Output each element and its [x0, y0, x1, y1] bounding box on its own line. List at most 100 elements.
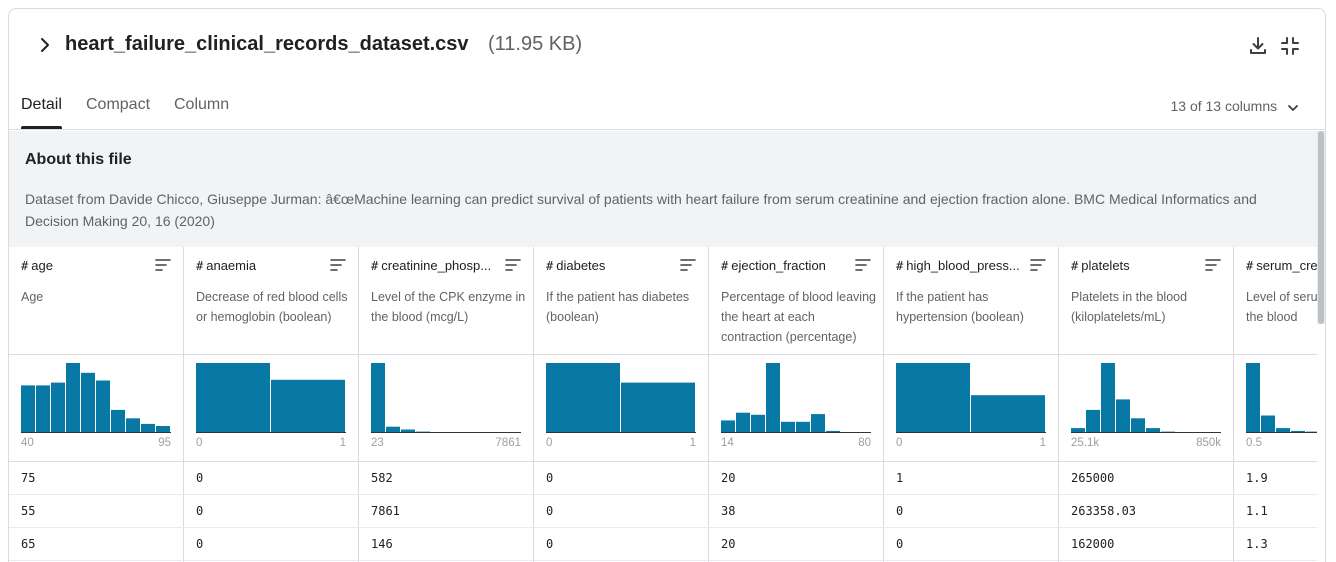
histogram-bar[interactable]: [1261, 415, 1275, 434]
table-cell[interactable]: 0: [546, 504, 553, 518]
column-header[interactable]: #serum_cre Level of serum creatinine in t…: [1234, 247, 1317, 355]
column-selector[interactable]: 13 of 13 columns: [1170, 98, 1299, 114]
histogram-bar[interactable]: [971, 395, 1045, 433]
table-cell[interactable]: 263358.03: [1071, 504, 1136, 518]
table-cell[interactable]: 0: [196, 504, 203, 518]
histogram-bar[interactable]: [81, 372, 95, 433]
divider: [1059, 461, 1234, 462]
column-histogram[interactable]: [896, 363, 1046, 433]
table-cell[interactable]: 146: [371, 537, 393, 551]
table-cell[interactable]: 0: [896, 504, 903, 518]
column-header[interactable]: # platelets Platelets in the blood (kilopl…: [1059, 247, 1234, 355]
sort-icon[interactable]: [330, 258, 346, 272]
histogram-bar[interactable]: [766, 363, 780, 433]
chevron-down-icon: [1288, 105, 1298, 111]
table-cell[interactable]: 162000: [1071, 537, 1114, 551]
histogram-baseline: [1246, 432, 1317, 433]
table-cell[interactable]: 20: [721, 471, 735, 485]
column-2: # creatinine_phosp... Level of the CPK enz…: [359, 247, 534, 562]
histogram-bar[interactable]: [1116, 399, 1130, 433]
column-3: # diabetes If the patient has diabetes (bo…: [534, 247, 709, 562]
histogram-bar[interactable]: [21, 385, 35, 433]
sort-icon[interactable]: [505, 258, 521, 272]
table-cell[interactable]: 0: [546, 471, 553, 485]
histogram-baseline: [721, 432, 871, 433]
column-name-label: serum_cre: [1256, 258, 1317, 273]
chevron-right-icon[interactable]: [37, 35, 53, 55]
column-description: Platelets in the blood (kiloplatelets/mL…: [1071, 290, 1188, 324]
column-name: # serum_cre: [1246, 258, 1317, 273]
table-cell[interactable]: 1.9: [1246, 471, 1268, 485]
column-name: # ejection_fraction: [721, 258, 826, 273]
table-cell[interactable]: 265000: [1071, 471, 1114, 485]
column-histogram[interactable]: [1246, 363, 1317, 433]
table-cell[interactable]: 20: [721, 537, 735, 551]
histogram-bar[interactable]: [751, 414, 765, 433]
column-header[interactable]: # ejection_fraction Percentage of blood le…: [709, 247, 884, 355]
histogram-bar[interactable]: [271, 379, 345, 433]
table-cell[interactable]: 38: [721, 504, 735, 518]
column-histogram[interactable]: [196, 363, 346, 433]
histogram-bar[interactable]: [811, 414, 825, 433]
column-header[interactable]: # high_blood_press... If the patient has h…: [884, 247, 1059, 355]
range-min-label: 0: [546, 437, 553, 449]
table-cell[interactable]: 0: [546, 537, 553, 551]
collapse-icon[interactable]: [1279, 35, 1301, 57]
column-header[interactable]: # anaemia Decrease of red blood cells or h…: [184, 247, 359, 355]
column-histogram[interactable]: [371, 363, 521, 433]
histogram-bar[interactable]: [546, 363, 620, 433]
histogram-bar[interactable]: [896, 363, 970, 433]
vertical-scrollbar[interactable]: [1317, 131, 1325, 324]
sort-icon[interactable]: [855, 258, 871, 272]
divider: [359, 461, 534, 462]
scrollbar-thumb[interactable]: [1318, 131, 1324, 324]
sort-icon[interactable]: [1205, 258, 1221, 272]
column-header[interactable]: # diabetes If the patient has diabetes (bo…: [534, 247, 709, 355]
column-histogram[interactable]: [21, 363, 171, 433]
table-cell[interactable]: 0: [196, 471, 203, 485]
histogram-bar[interactable]: [196, 363, 270, 433]
tab-compact[interactable]: Compact: [86, 96, 150, 114]
column-histogram[interactable]: [1071, 363, 1221, 433]
histogram-bar[interactable]: [1246, 363, 1260, 433]
table-cell[interactable]: 55: [21, 504, 35, 518]
column-description: Decrease of red blood cells or hemoglobi…: [196, 290, 348, 324]
table-cell[interactable]: 0: [196, 537, 203, 551]
sort-icon[interactable]: [680, 258, 696, 272]
sort-icon[interactable]: [1030, 258, 1046, 272]
table-cell[interactable]: 7861: [371, 504, 400, 518]
table-cell[interactable]: 1.3: [1246, 537, 1268, 551]
file-header: heart_failure_clinical_records_dataset.c…: [9, 9, 1325, 83]
histogram-bar[interactable]: [111, 409, 125, 433]
histogram-bar[interactable]: [621, 382, 695, 433]
histogram-bar[interactable]: [736, 412, 750, 433]
histogram-bar[interactable]: [96, 380, 110, 434]
column-histogram[interactable]: [721, 363, 871, 433]
table-cell[interactable]: 1.1: [1246, 504, 1268, 518]
table-cell[interactable]: 582: [371, 471, 393, 485]
column-1: # anaemia Decrease of red blood cells or h…: [184, 247, 359, 562]
table-cell[interactable]: 75: [21, 471, 35, 485]
histogram-bar[interactable]: [1131, 418, 1145, 433]
histogram-bar[interactable]: [371, 363, 385, 433]
histogram-bar[interactable]: [51, 382, 65, 433]
tab-detail[interactable]: Detail: [21, 96, 62, 114]
tab-column[interactable]: Column: [174, 96, 229, 114]
numeric-type-icon: #: [896, 259, 904, 273]
range-max-label: 1: [339, 437, 346, 449]
histogram-bar[interactable]: [1101, 363, 1115, 433]
sort-icon[interactable]: [155, 258, 171, 272]
row-divider: [9, 560, 1317, 561]
histogram-bar[interactable]: [1086, 409, 1100, 433]
histogram-bar[interactable]: [36, 385, 50, 433]
download-icon[interactable]: [1247, 35, 1269, 57]
table-cell[interactable]: 65: [21, 537, 35, 551]
column-7: #serum_cre Level of serum creatinine in t…: [1234, 247, 1317, 562]
histogram-bar[interactable]: [126, 418, 140, 433]
column-header[interactable]: # age Age: [9, 247, 184, 355]
histogram-bar[interactable]: [66, 363, 80, 433]
table-cell[interactable]: 1: [896, 471, 903, 485]
column-header[interactable]: # creatinine_phosp... Level of the CPK enz…: [359, 247, 534, 355]
column-histogram[interactable]: [546, 363, 696, 433]
table-cell[interactable]: 0: [896, 537, 903, 551]
